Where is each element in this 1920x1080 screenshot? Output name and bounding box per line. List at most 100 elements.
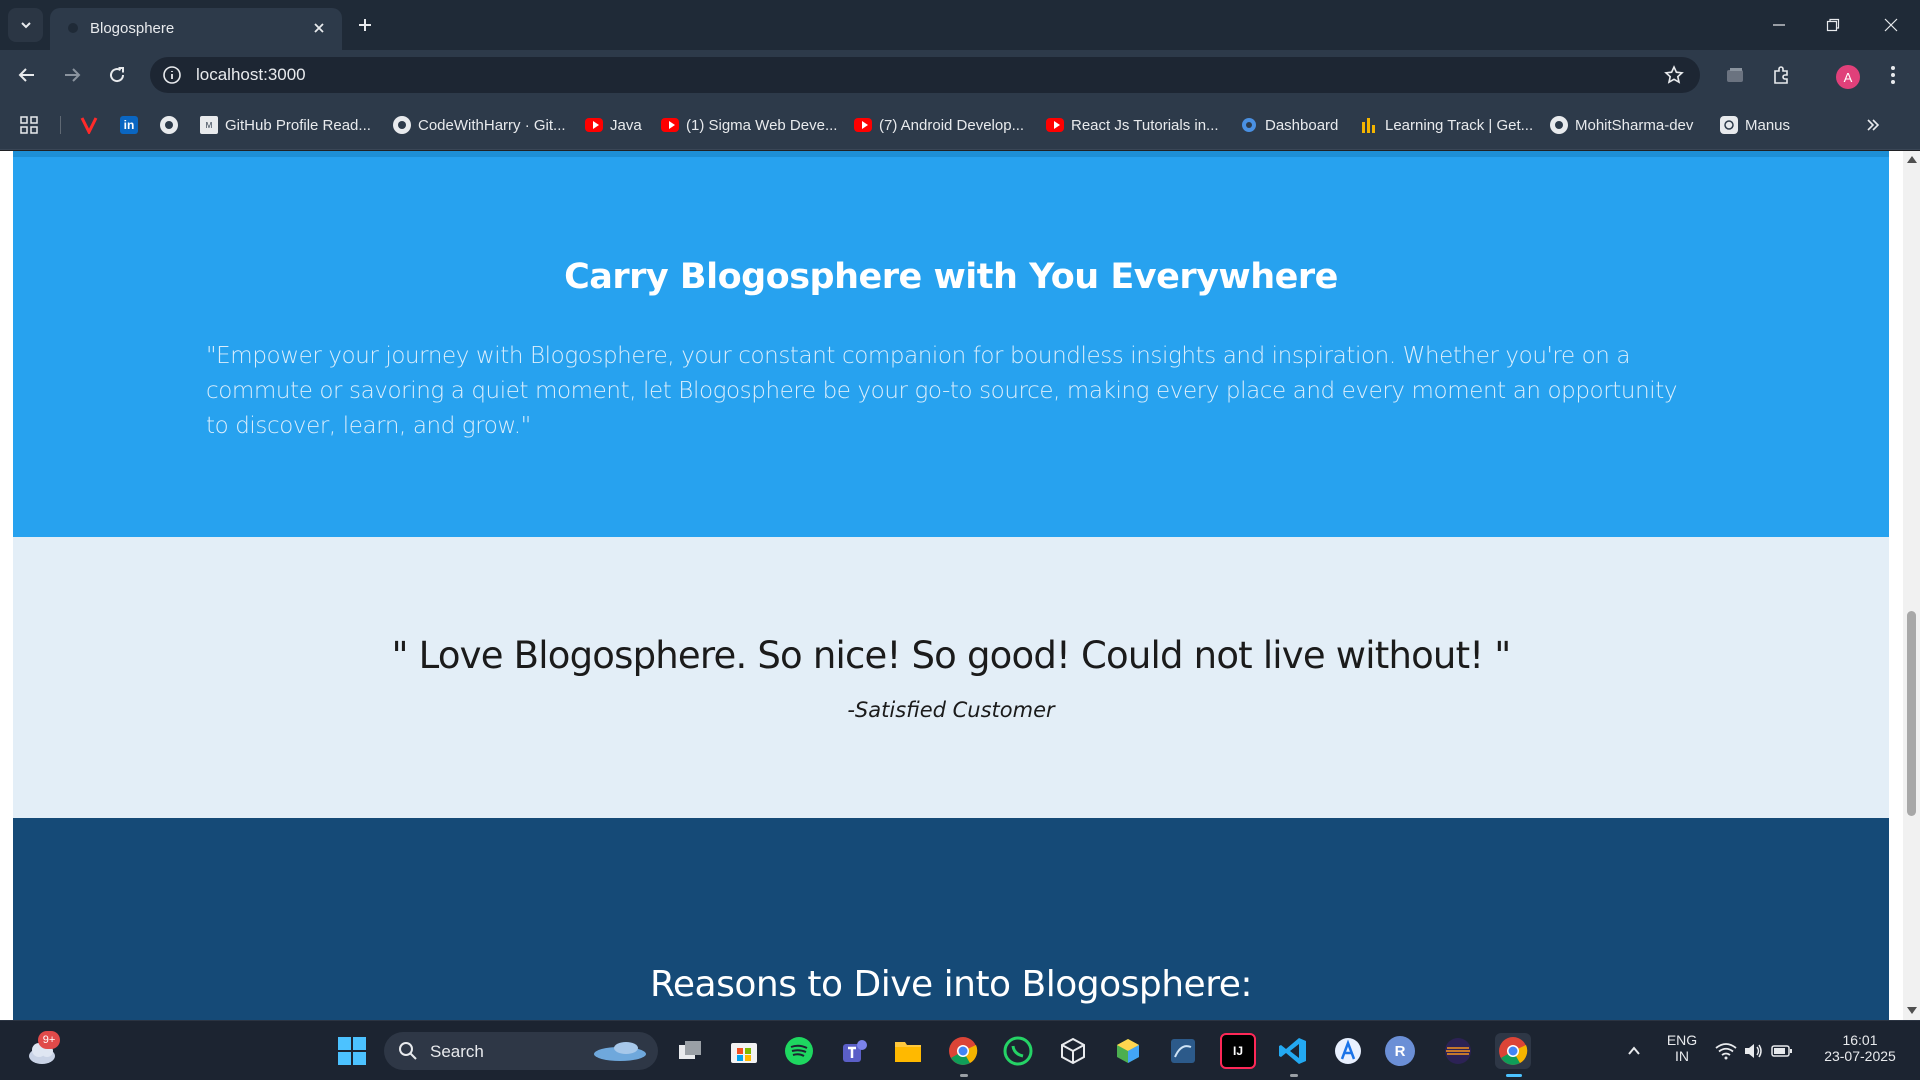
site-info-icon[interactable] xyxy=(160,63,184,87)
reload-icon xyxy=(110,67,125,83)
bookmark-codewithharry[interactable]: CodeWithHarry · Git... xyxy=(393,112,566,138)
github-icon xyxy=(393,116,411,134)
tab-groups-icon[interactable] xyxy=(1722,62,1748,88)
teams-app[interactable] xyxy=(836,1033,872,1069)
address-bar[interactable]: localhost:3000 xyxy=(150,57,1700,93)
folder-icon xyxy=(895,1042,921,1062)
tab-blogosphere[interactable]: Blogosphere xyxy=(50,8,342,50)
eclipse-app[interactable] xyxy=(1440,1033,1476,1069)
extensions-icon[interactable] xyxy=(1768,62,1794,88)
minimize-button[interactable] xyxy=(1756,10,1802,40)
bookmark-react-tutorials[interactable]: React Js Tutorials in... xyxy=(1046,112,1219,138)
scrollbar-thumb[interactable] xyxy=(1907,611,1916,816)
bookmark-sigma-web-dev[interactable]: (1) Sigma Web Deve... xyxy=(661,112,837,138)
reasons-heading: Reasons to Dive into Blogosphere: xyxy=(650,964,1252,1005)
taskbar-search-box[interactable]: Search xyxy=(384,1032,658,1070)
tab-favicon-icon xyxy=(68,23,78,33)
region-code: IN xyxy=(1675,1048,1689,1064)
running-indicator xyxy=(1290,1074,1298,1077)
windows-logo-icon xyxy=(338,1037,366,1065)
reasons-section: Reasons to Dive into Blogosphere: xyxy=(13,818,1889,1020)
browser-menu-icon[interactable] xyxy=(1880,62,1906,88)
youtube-icon xyxy=(854,116,872,134)
weather-badge: 9+ xyxy=(38,1031,60,1049)
bookmark-mohitsharma-dev[interactable]: MohitSharma-dev xyxy=(1550,112,1693,138)
file-explorer-app[interactable] xyxy=(890,1033,926,1069)
section-top-border xyxy=(13,151,1889,157)
forward-button[interactable] xyxy=(56,59,88,91)
clock[interactable]: 16:01 23-07-2025 xyxy=(1812,1032,1908,1064)
show-hidden-icons-button[interactable] xyxy=(1616,1033,1652,1069)
profile-avatar[interactable]: A xyxy=(1836,65,1860,89)
intellij-icon: IJ xyxy=(1232,1044,1243,1058)
bookmark-github[interactable] xyxy=(160,112,178,138)
github-icon xyxy=(1550,116,1568,134)
new-tab-button[interactable] xyxy=(352,12,378,38)
vscode-app[interactable] xyxy=(1275,1033,1311,1069)
scroll-up-arrow-icon[interactable] xyxy=(1907,156,1917,163)
quick-settings-button[interactable] xyxy=(1714,1033,1794,1069)
chrome-icon xyxy=(1499,1037,1528,1065)
bookmark-label: MohitSharma-dev xyxy=(1575,116,1694,134)
close-icon xyxy=(1884,18,1898,32)
bookmark-linkedin[interactable]: in xyxy=(120,112,138,138)
scroll-down-arrow-icon[interactable] xyxy=(1907,1007,1917,1014)
linkedin-icon: in xyxy=(120,116,138,134)
teams-icon xyxy=(843,1040,867,1062)
bookmark-manus[interactable]: Manus xyxy=(1720,112,1790,138)
wifi-icon xyxy=(1715,1043,1737,1060)
bookmark-learning-track[interactable]: Learning Track | Get... xyxy=(1360,112,1533,138)
testimonial-author: -Satisfied Customer xyxy=(847,698,1055,722)
manus-icon xyxy=(1720,116,1738,134)
intellij-app[interactable]: IJ xyxy=(1220,1033,1256,1069)
bookmark-vectr[interactable] xyxy=(80,112,98,138)
virtualbox-app[interactable] xyxy=(1055,1033,1091,1069)
microsoft-store-app[interactable] xyxy=(726,1033,762,1069)
bookmark-label: Manus xyxy=(1745,116,1791,134)
more-bookmarks-button[interactable] xyxy=(1864,112,1882,138)
plus-icon xyxy=(359,19,371,31)
mysql-workbench-app[interactable] xyxy=(1165,1033,1201,1069)
spotify-app[interactable] xyxy=(781,1033,817,1069)
bookmark-label: (7) Android Develop... xyxy=(879,116,1025,134)
youtube-icon xyxy=(585,116,603,134)
search-highlight-icon xyxy=(594,1042,646,1061)
android-studio-app[interactable] xyxy=(1330,1033,1366,1069)
chrome-app[interactable] xyxy=(945,1033,981,1069)
windows-taskbar: 9+ Search IJ R ENG IN 16:01 23-07-2025 xyxy=(0,1020,1920,1080)
browser-toolbar: localhost:3000 xyxy=(0,50,1920,100)
page-scrollbar[interactable] xyxy=(1903,151,1920,1020)
hex-app[interactable] xyxy=(1110,1033,1146,1069)
testimonial-section: " Love Blogosphere. So nice! So good! Co… xyxy=(13,537,1889,818)
bookmark-label: Learning Track | Get... xyxy=(1385,116,1534,134)
bookmark-dashboard[interactable]: Dashboard xyxy=(1240,112,1338,138)
bookmark-java[interactable]: Java xyxy=(585,112,642,138)
reload-button[interactable] xyxy=(101,59,133,91)
apps-shortcut[interactable] xyxy=(20,112,38,138)
r-app[interactable]: R xyxy=(1385,1036,1415,1066)
close-window-button[interactable] xyxy=(1868,10,1914,40)
chrome-icon xyxy=(949,1037,978,1065)
restore-button[interactable] xyxy=(1810,10,1856,40)
bookmark-star-icon[interactable] xyxy=(1662,63,1686,87)
back-button[interactable] xyxy=(11,59,43,91)
bookmark-github-profile-readme[interactable]: M GitHub Profile Read... xyxy=(200,112,371,138)
whatsapp-app[interactable] xyxy=(1000,1033,1036,1069)
tab-title: Blogosphere xyxy=(90,20,175,37)
tab-search-button[interactable] xyxy=(8,8,43,42)
learning-track-icon xyxy=(1360,116,1378,134)
start-button[interactable] xyxy=(334,1033,370,1069)
bookmark-android-dev[interactable]: (7) Android Develop... xyxy=(854,112,1024,138)
vectr-icon xyxy=(80,116,98,134)
github-icon xyxy=(160,116,178,134)
tab-close-button[interactable] xyxy=(308,17,330,39)
database-icon xyxy=(1171,1039,1195,1063)
chrome-app-active[interactable] xyxy=(1495,1033,1531,1069)
hexagon-icon xyxy=(1117,1039,1139,1063)
task-view-button[interactable] xyxy=(672,1033,708,1069)
input-language[interactable]: ENG IN xyxy=(1664,1032,1700,1064)
url-text[interactable]: localhost:3000 xyxy=(196,65,306,85)
eclipse-icon xyxy=(1445,1038,1471,1064)
bookmark-label: Dashboard xyxy=(1265,116,1339,134)
bookmark-label: Java xyxy=(610,116,642,134)
